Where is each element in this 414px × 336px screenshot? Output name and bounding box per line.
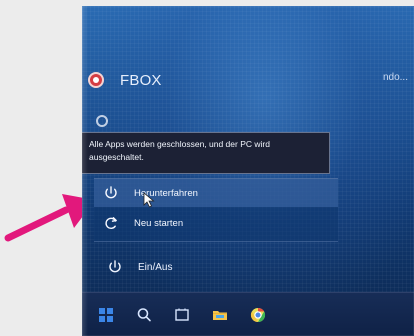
mouse-cursor-icon	[143, 192, 155, 208]
user-menu-partial: ndo...	[382, 72, 408, 83]
user-avatar	[88, 72, 104, 88]
power-options-menu: Herunterfahren Neu starten	[94, 178, 338, 242]
power-button[interactable]: Ein/Aus	[106, 254, 326, 280]
power-icon	[106, 258, 124, 276]
chrome-icon[interactable]	[246, 303, 270, 327]
user-name: FBOX	[120, 71, 162, 89]
menu-item-herunterfahren[interactable]: Herunterfahren	[94, 179, 338, 207]
taskbar	[82, 292, 414, 336]
partial-settings-icon	[96, 115, 108, 127]
file-explorer-icon[interactable]	[208, 303, 232, 327]
search-icon[interactable]	[132, 303, 156, 327]
power-icon	[102, 184, 120, 202]
menu-item-label: Neu starten	[134, 217, 184, 229]
task-view-icon[interactable]	[170, 303, 194, 327]
user-account-row[interactable]: FBOX ndo...	[88, 66, 408, 94]
restart-icon	[102, 214, 120, 232]
power-button-label: Ein/Aus	[138, 261, 173, 273]
menu-item-neu-starten[interactable]: Neu starten	[94, 209, 338, 237]
windows-start-icon[interactable]	[94, 303, 118, 327]
windows-desktop-screen: FBOX ndo... Alle Apps werden geschlossen…	[82, 6, 414, 336]
shutdown-tooltip: Alle Apps werden geschlossen, und der PC…	[82, 132, 330, 174]
